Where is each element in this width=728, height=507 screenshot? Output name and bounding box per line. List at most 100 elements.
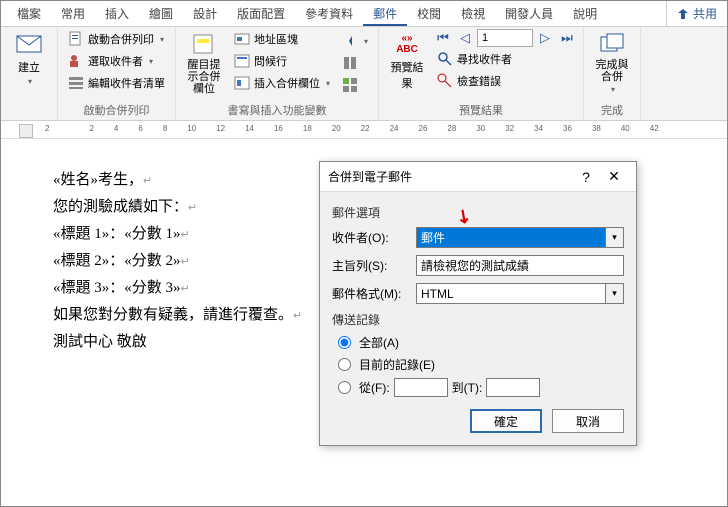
btn-label: 檢查錯誤: [457, 73, 501, 89]
format-combo[interactable]: ▾: [416, 283, 624, 304]
radio-range[interactable]: 從(F): 到(T):: [338, 378, 624, 397]
group-label: 完成: [590, 102, 634, 120]
btn-label: 尋找收件者: [457, 51, 512, 67]
preview-results-button[interactable]: «»ABC 預覽結果: [385, 29, 429, 93]
envelope-icon: [15, 31, 43, 57]
btn-label: 地址區塊: [254, 31, 298, 47]
insert-merge-field-button[interactable]: 插入合併欄位▾: [230, 73, 334, 93]
ok-button[interactable]: 確定: [470, 409, 542, 433]
select-recipients-button[interactable]: 選取收件者▾: [64, 51, 169, 71]
subject-input[interactable]: [416, 255, 624, 276]
field-icon: [234, 75, 250, 91]
format-dropdown-button[interactable]: ▾: [606, 283, 624, 304]
rules-icon: [342, 33, 358, 49]
btn-label: 預覽結果: [387, 59, 427, 91]
finish-icon: [598, 31, 626, 57]
share-icon: [677, 8, 689, 20]
create-button[interactable]: 建立 ▾: [7, 29, 51, 88]
finish-merge-button[interactable]: 完成與合併 ▾: [590, 29, 634, 96]
check-icon: [437, 73, 453, 89]
check-errors-button[interactable]: 檢查錯誤: [433, 71, 577, 91]
share-button[interactable]: 共用: [666, 1, 727, 26]
group-label: 啟動合併列印: [64, 102, 169, 120]
tab-draw[interactable]: 繪圖: [139, 1, 183, 26]
match-icon: [342, 55, 358, 71]
radio-current-input[interactable]: [338, 358, 351, 371]
chevron-down-icon: ▾: [611, 85, 615, 94]
cancel-button[interactable]: 取消: [552, 409, 624, 433]
tab-view[interactable]: 檢視: [451, 1, 495, 26]
section-send-records: 傳送記錄: [332, 311, 624, 328]
ribbon-tabs: 檔案 常用 插入 繪圖 設計 版面配置 參考資料 郵件 校閱 檢視 開發人員 說…: [1, 1, 727, 27]
radio-all[interactable]: 全部(A): [338, 334, 624, 351]
btn-label: 啟動合併列印: [88, 31, 154, 47]
find-icon: [437, 51, 453, 67]
to-input[interactable]: [486, 378, 540, 397]
btn-label: 編輯收件者清單: [88, 75, 165, 91]
from-label: 從(F):: [359, 379, 390, 396]
people-icon: [68, 53, 84, 69]
first-record-button[interactable]: ⏮: [433, 29, 453, 47]
record-number-input[interactable]: [477, 29, 533, 47]
match-fields-button[interactable]: [338, 53, 372, 73]
group-write-insert: 醒目提示合併欄位 地址區塊 問候行 插入合併欄位▾ ▾: [176, 27, 379, 120]
dialog-titlebar: 合併到電子郵件 ? ✕: [320, 162, 636, 192]
horizontal-ruler[interactable]: 224681012141618202224262830323436384042: [1, 121, 727, 139]
tab-help[interactable]: 說明: [563, 1, 607, 26]
doc-icon: [68, 31, 84, 47]
tab-file[interactable]: 檔案: [7, 1, 51, 26]
group-finish: 完成與合併 ▾ 完成: [584, 27, 641, 120]
edit-recipient-list-button[interactable]: 編輯收件者清單: [64, 73, 169, 93]
dialog-help-button[interactable]: ?: [572, 169, 600, 185]
btn-label: 選取收件者: [88, 53, 143, 69]
radio-all-input[interactable]: [338, 336, 351, 349]
find-recipient-button[interactable]: 尋找收件者: [433, 49, 577, 69]
group-create: 建立 ▾: [1, 27, 58, 120]
highlight-fields-button[interactable]: 醒目提示合併欄位: [182, 29, 226, 97]
ribbon: 建立 ▾ 啟動合併列印▾ 選取收件者▾ 編輯收件者清單: [1, 27, 727, 121]
update-labels-button[interactable]: [338, 75, 372, 95]
group-start-merge: 啟動合併列印▾ 選取收件者▾ 編輯收件者清單 啟動合併列印: [58, 27, 176, 120]
address-block-button[interactable]: 地址區塊: [230, 29, 334, 49]
update-icon: [342, 77, 358, 93]
tab-design[interactable]: 設計: [183, 1, 227, 26]
abc-icon: «»ABC: [393, 31, 421, 57]
subject-label: 主旨列(S):: [332, 257, 410, 274]
greeting-line-button[interactable]: 問候行: [230, 51, 334, 71]
merge-to-email-dialog: 合併到電子郵件 ? ✕ 郵件選項 收件者(O): ▾ 主旨列(S): 郵件格式(…: [319, 161, 637, 446]
chevron-down-icon: ▾: [28, 77, 32, 86]
rules-button[interactable]: ▾: [338, 31, 372, 51]
to-label: 收件者(O):: [332, 229, 410, 246]
to-input[interactable]: [416, 227, 606, 248]
highlight-icon: [190, 31, 218, 57]
group-label: 書寫與插入功能變數: [182, 102, 372, 120]
tab-developer[interactable]: 開發人員: [495, 1, 563, 26]
start-mail-merge-button[interactable]: 啟動合併列印▾: [64, 29, 169, 49]
tab-layout[interactable]: 版面配置: [227, 1, 295, 26]
radio-range-input[interactable]: [338, 381, 351, 394]
radio-all-label: 全部(A): [359, 334, 399, 351]
btn-label: 插入合併欄位: [254, 75, 320, 91]
to-dropdown-button[interactable]: ▾: [606, 227, 624, 248]
tab-home[interactable]: 常用: [51, 1, 95, 26]
from-input[interactable]: [394, 378, 448, 397]
btn-label: 醒目提示合併欄位: [184, 59, 224, 95]
next-record-button[interactable]: ▷: [535, 29, 555, 47]
tab-mailings[interactable]: 郵件: [363, 1, 407, 26]
tab-insert[interactable]: 插入: [95, 1, 139, 26]
btn-label: 完成與合併: [592, 59, 632, 83]
tab-references[interactable]: 參考資料: [295, 1, 363, 26]
radio-current-label: 目前的記錄(E): [359, 356, 435, 373]
dialog-close-button[interactable]: ✕: [600, 168, 628, 185]
record-nav: ⏮ ◁ ▷ ⏭: [433, 29, 577, 47]
last-record-button[interactable]: ⏭: [557, 29, 577, 47]
radio-current[interactable]: 目前的記錄(E): [338, 356, 624, 373]
format-label: 郵件格式(M):: [332, 285, 410, 302]
format-input[interactable]: [416, 283, 606, 304]
to-combo[interactable]: ▾: [416, 227, 624, 248]
to-label: 到(T):: [452, 379, 483, 396]
prev-record-button[interactable]: ◁: [455, 29, 475, 47]
dialog-title: 合併到電子郵件: [328, 168, 572, 185]
tab-review[interactable]: 校閱: [407, 1, 451, 26]
section-mail-options: 郵件選項: [332, 204, 624, 221]
